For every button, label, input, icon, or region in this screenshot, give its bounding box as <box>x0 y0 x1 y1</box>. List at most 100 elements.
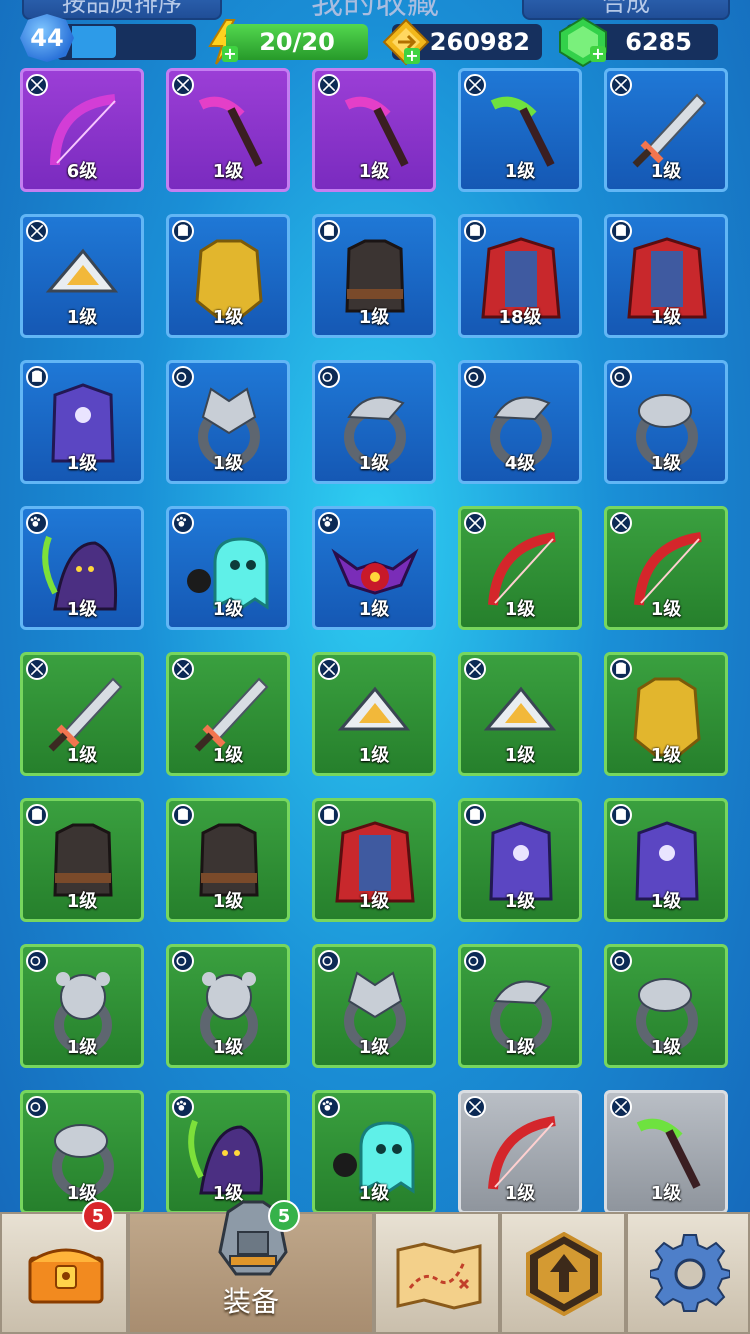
gem-value: 6285 <box>625 28 692 56</box>
item-card[interactable]: 1级 <box>312 68 436 192</box>
item-level: 1级 <box>212 307 244 328</box>
player-level-badge[interactable]: 44 <box>20 14 74 62</box>
item-level: 1级 <box>504 161 536 182</box>
item-card[interactable]: 1级 <box>166 506 290 630</box>
item-card[interactable]: 1级 <box>604 944 728 1068</box>
nav-equipment-button[interactable]: 5 装备 <box>128 1200 374 1334</box>
item-card[interactable]: 1级 <box>604 214 728 338</box>
item-level: 1级 <box>650 1183 682 1204</box>
item-card[interactable]: 1级 <box>312 798 436 922</box>
item-card[interactable]: 18级 <box>458 214 582 338</box>
item-level: 1级 <box>358 745 390 766</box>
bottom-nav: 5 5 装备 <box>0 1200 750 1334</box>
sort-tab-label: 按品质排序 <box>62 0 182 17</box>
item-card[interactable]: 1级 <box>312 506 436 630</box>
nav-upgrade-button[interactable] <box>500 1212 626 1334</box>
item-card[interactable]: 1级 <box>458 944 582 1068</box>
item-card[interactable]: 1级 <box>458 68 582 192</box>
item-card[interactable]: 1级 <box>312 1090 436 1214</box>
item-card[interactable]: 1级 <box>312 652 436 776</box>
item-card[interactable]: 1级 <box>166 68 290 192</box>
item-level: 1级 <box>66 1037 98 1058</box>
item-level: 1级 <box>212 599 244 620</box>
synthesize-tab[interactable]: 合成 <box>522 0 730 20</box>
nav-settings-button[interactable] <box>626 1212 750 1334</box>
item-card[interactable]: 1级 <box>604 506 728 630</box>
item-level: 1级 <box>212 453 244 474</box>
item-level: 1级 <box>650 161 682 182</box>
item-card[interactable]: 1级 <box>20 1090 144 1214</box>
item-card[interactable]: 1级 <box>166 652 290 776</box>
item-level: 1级 <box>66 891 98 912</box>
item-card[interactable]: 1级 <box>166 944 290 1068</box>
item-level: 1级 <box>358 453 390 474</box>
item-level: 6级 <box>66 161 98 182</box>
item-level: 1级 <box>66 453 98 474</box>
item-card[interactable]: 1级 <box>604 68 728 192</box>
item-level: 1级 <box>212 161 244 182</box>
energy-value: 20/20 <box>259 28 335 56</box>
item-card[interactable]: 1级 <box>312 360 436 484</box>
chest-badge: 5 <box>82 1200 114 1232</box>
coin-value: 260982 <box>429 28 530 56</box>
nav-chest-button[interactable]: 5 <box>0 1200 128 1334</box>
item-level: 1级 <box>650 307 682 328</box>
item-level: 1级 <box>212 745 244 766</box>
item-card[interactable]: 1级 <box>20 944 144 1068</box>
item-card[interactable]: 1级 <box>458 798 582 922</box>
item-level: 1级 <box>650 453 682 474</box>
item-level: 1级 <box>66 745 98 766</box>
item-level: 1级 <box>212 891 244 912</box>
item-card[interactable]: 1级 <box>312 214 436 338</box>
item-card[interactable]: 1级 <box>166 798 290 922</box>
item-card[interactable]: 1级 <box>458 506 582 630</box>
item-level: 1级 <box>650 1037 682 1058</box>
item-card[interactable]: 6级 <box>20 68 144 192</box>
upgrade-arrow-icon <box>526 1232 602 1316</box>
item-level: 1级 <box>504 1183 536 1204</box>
add-gems-icon[interactable]: + <box>590 46 606 62</box>
top-bar: 按品质排序 我的收藏 合成 44 20/20 + 260982 + 6285 + <box>0 0 750 68</box>
item-card[interactable]: 1级 <box>604 798 728 922</box>
nav-map-button[interactable] <box>374 1212 500 1334</box>
item-level: 1级 <box>212 1037 244 1058</box>
item-card[interactable]: 1级 <box>20 798 144 922</box>
item-card[interactable]: 1级 <box>604 360 728 484</box>
item-level: 1级 <box>66 599 98 620</box>
item-card[interactable]: 1级 <box>20 652 144 776</box>
item-level: 1级 <box>650 599 682 620</box>
equipment-badge: 5 <box>268 1200 300 1232</box>
treasure-chest-icon <box>28 1248 104 1304</box>
item-level: 4级 <box>504 453 536 474</box>
map-icon <box>396 1242 482 1310</box>
add-coins-icon[interactable]: + <box>404 48 420 64</box>
energy-counter[interactable]: 20/20 <box>226 24 368 60</box>
item-level: 18级 <box>498 307 542 328</box>
equipment-label: 装备 <box>222 1285 279 1318</box>
add-energy-icon[interactable]: + <box>222 46 238 62</box>
item-level: 1级 <box>66 307 98 328</box>
item-level: 1级 <box>504 745 536 766</box>
item-level: 1级 <box>650 745 682 766</box>
item-level: 1级 <box>358 891 390 912</box>
item-card[interactable]: 1级 <box>20 360 144 484</box>
item-card[interactable]: 1级 <box>166 360 290 484</box>
item-card[interactable]: 1级 <box>166 214 290 338</box>
item-level: 1级 <box>358 1183 390 1204</box>
item-card[interactable]: 4级 <box>458 360 582 484</box>
item-level: 1级 <box>66 1183 98 1204</box>
synthesize-tab-label: 合成 <box>602 0 650 17</box>
item-card[interactable]: 1级 <box>20 214 144 338</box>
item-card[interactable]: 1级 <box>20 506 144 630</box>
gear-icon <box>650 1234 730 1312</box>
item-card[interactable]: 1级 <box>458 652 582 776</box>
item-level: 1级 <box>358 161 390 182</box>
item-card[interactable]: 1级 <box>458 1090 582 1214</box>
item-level: 1级 <box>358 1037 390 1058</box>
item-card[interactable]: 1级 <box>604 652 728 776</box>
item-card[interactable]: 1级 <box>604 1090 728 1214</box>
page-title: 我的收藏 <box>310 0 439 21</box>
item-level: 1级 <box>358 599 390 620</box>
item-level: 1级 <box>504 1037 536 1058</box>
item-card[interactable]: 1级 <box>312 944 436 1068</box>
